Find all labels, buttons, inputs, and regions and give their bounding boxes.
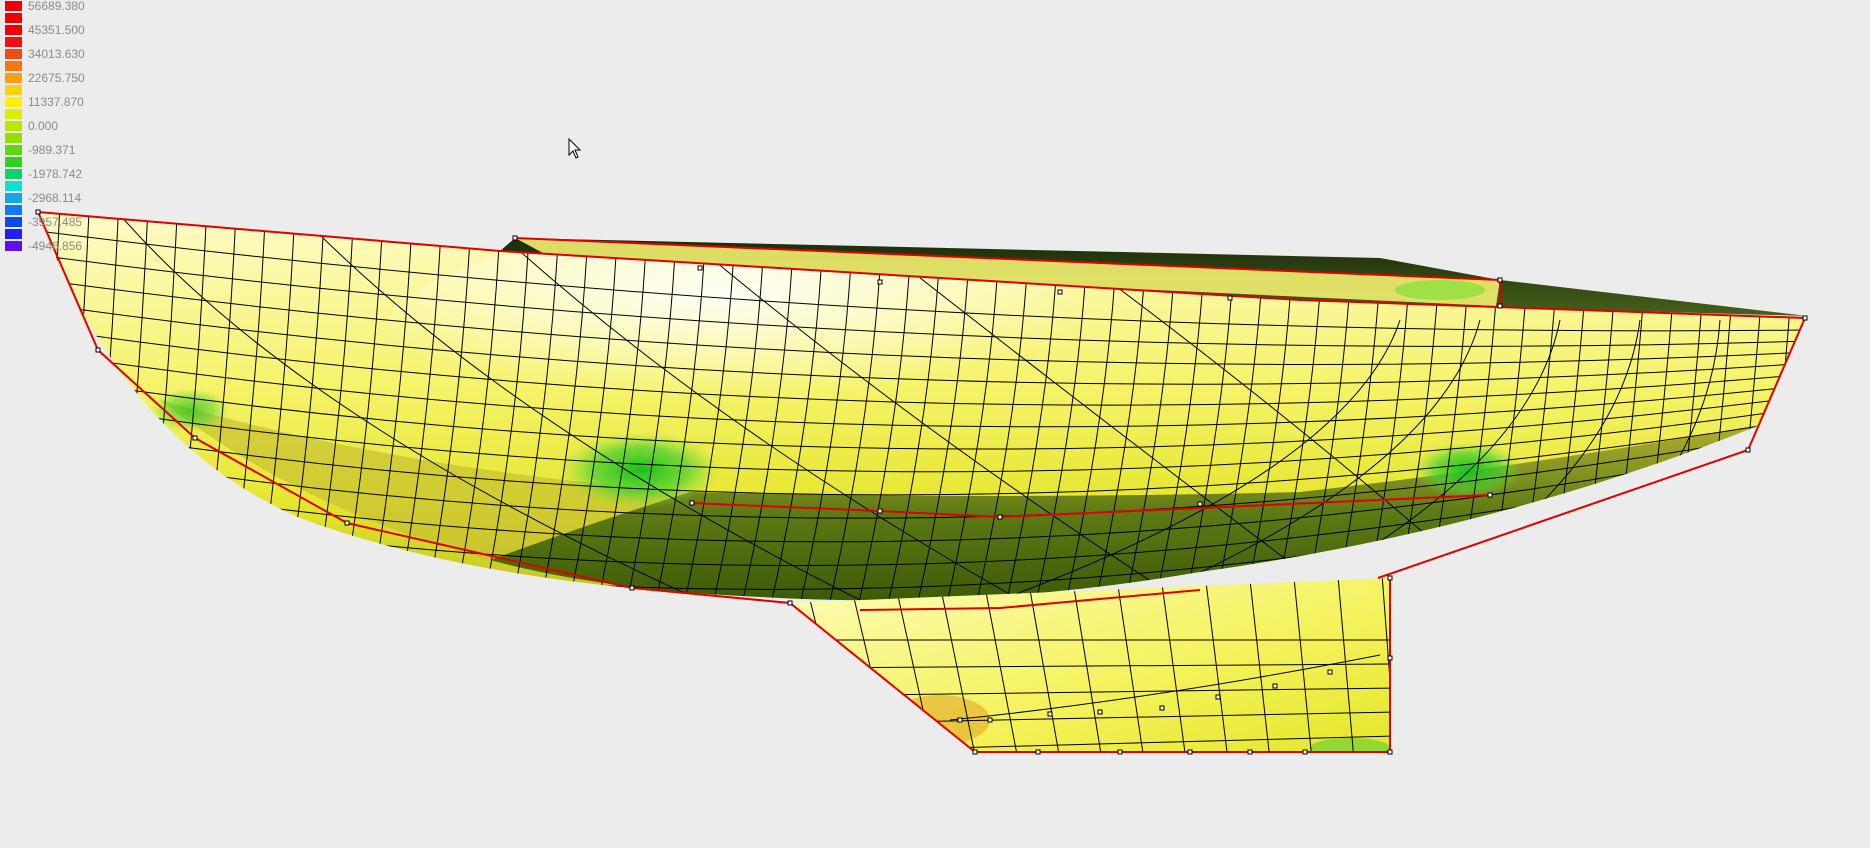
control-point-handle[interactable]	[689, 500, 695, 506]
control-point-handle[interactable]	[1097, 709, 1103, 715]
legend-swatch	[5, 25, 22, 35]
legend-swatch	[5, 61, 22, 71]
control-point-handle[interactable]	[1057, 289, 1063, 295]
legend-value-label: -2968.114	[28, 191, 82, 205]
control-point-handle[interactable]	[1745, 447, 1751, 453]
control-point-handle[interactable]	[987, 717, 993, 723]
keel-fin	[790, 578, 1390, 752]
control-point-handle[interactable]	[629, 585, 635, 591]
legend-swatch	[5, 1, 22, 11]
legend-swatch	[5, 157, 22, 167]
control-point-handle[interactable]	[787, 600, 793, 606]
legend-swatch	[5, 13, 22, 23]
control-point-handle[interactable]	[1159, 705, 1165, 711]
control-point-handle[interactable]	[697, 265, 703, 271]
control-point-handle[interactable]	[1272, 683, 1278, 689]
control-point-handle[interactable]	[95, 347, 101, 353]
legend-swatch	[5, 73, 22, 83]
legend-value-label: -3957.485	[28, 215, 83, 229]
legend-swatch	[5, 109, 22, 119]
control-point-handle[interactable]	[1802, 315, 1808, 321]
control-point-handle[interactable]	[957, 717, 963, 723]
control-point-handle[interactable]	[1035, 749, 1041, 755]
control-point-handle[interactable]	[1187, 749, 1193, 755]
control-point-handle[interactable]	[1047, 711, 1053, 717]
legend-swatch	[5, 133, 22, 143]
legend-value-label: 56689.380	[28, 0, 85, 13]
legend-swatch	[5, 217, 22, 227]
control-point-handle[interactable]	[1387, 655, 1393, 661]
hull-3d-viewport[interactable]	[0, 0, 1870, 848]
mesh-line	[38, 212, 61, 601]
control-point-handle[interactable]	[997, 514, 1003, 520]
legend-swatch	[5, 205, 22, 215]
control-point-handle[interactable]	[1117, 749, 1123, 755]
legend-value-label: -4946.856	[28, 239, 83, 253]
arrow-cursor-icon	[568, 138, 582, 159]
legend-value-label: -1978.742	[28, 167, 83, 181]
legend-swatch	[5, 145, 22, 155]
legend-swatch	[5, 49, 22, 59]
legend-swatch	[5, 229, 22, 239]
control-point-handle[interactable]	[877, 279, 883, 285]
control-point-handle[interactable]	[35, 209, 41, 215]
control-point-handle[interactable]	[344, 520, 350, 526]
control-point-handle[interactable]	[1197, 501, 1203, 507]
control-point-handle[interactable]	[1487, 492, 1493, 498]
legend-value-label: 45351.500	[28, 23, 85, 37]
legend-value-label: 22675.750	[28, 71, 85, 85]
control-point-handle[interactable]	[1387, 575, 1393, 581]
legend-value-label: 0.000	[28, 119, 59, 133]
control-point-handle[interactable]	[1302, 749, 1308, 755]
control-point-handle[interactable]	[1497, 277, 1503, 283]
legend-swatch	[5, 181, 22, 191]
control-point-handle[interactable]	[1247, 749, 1253, 755]
control-point-handle[interactable]	[1497, 303, 1503, 309]
legend-swatch	[5, 85, 22, 95]
control-point-handle[interactable]	[192, 435, 198, 441]
control-point-handle[interactable]	[1215, 694, 1221, 700]
legend-swatch	[5, 241, 22, 251]
control-point-handle[interactable]	[1327, 669, 1333, 675]
legend-value-label: -989.371	[28, 143, 76, 157]
legend-swatch	[5, 193, 22, 203]
control-point-handle[interactable]	[877, 508, 883, 514]
legend-value-label: 34013.630	[28, 47, 85, 61]
legend-value-label: 11337.870	[28, 95, 84, 109]
legend-swatch	[5, 121, 22, 131]
control-point-handle[interactable]	[512, 235, 518, 241]
control-point-handle[interactable]	[1387, 749, 1393, 755]
control-point-handle[interactable]	[972, 749, 978, 755]
legend-swatch	[5, 37, 22, 47]
legend-swatch	[5, 97, 22, 107]
control-point-handle[interactable]	[1227, 295, 1233, 301]
legend-swatch	[5, 169, 22, 179]
